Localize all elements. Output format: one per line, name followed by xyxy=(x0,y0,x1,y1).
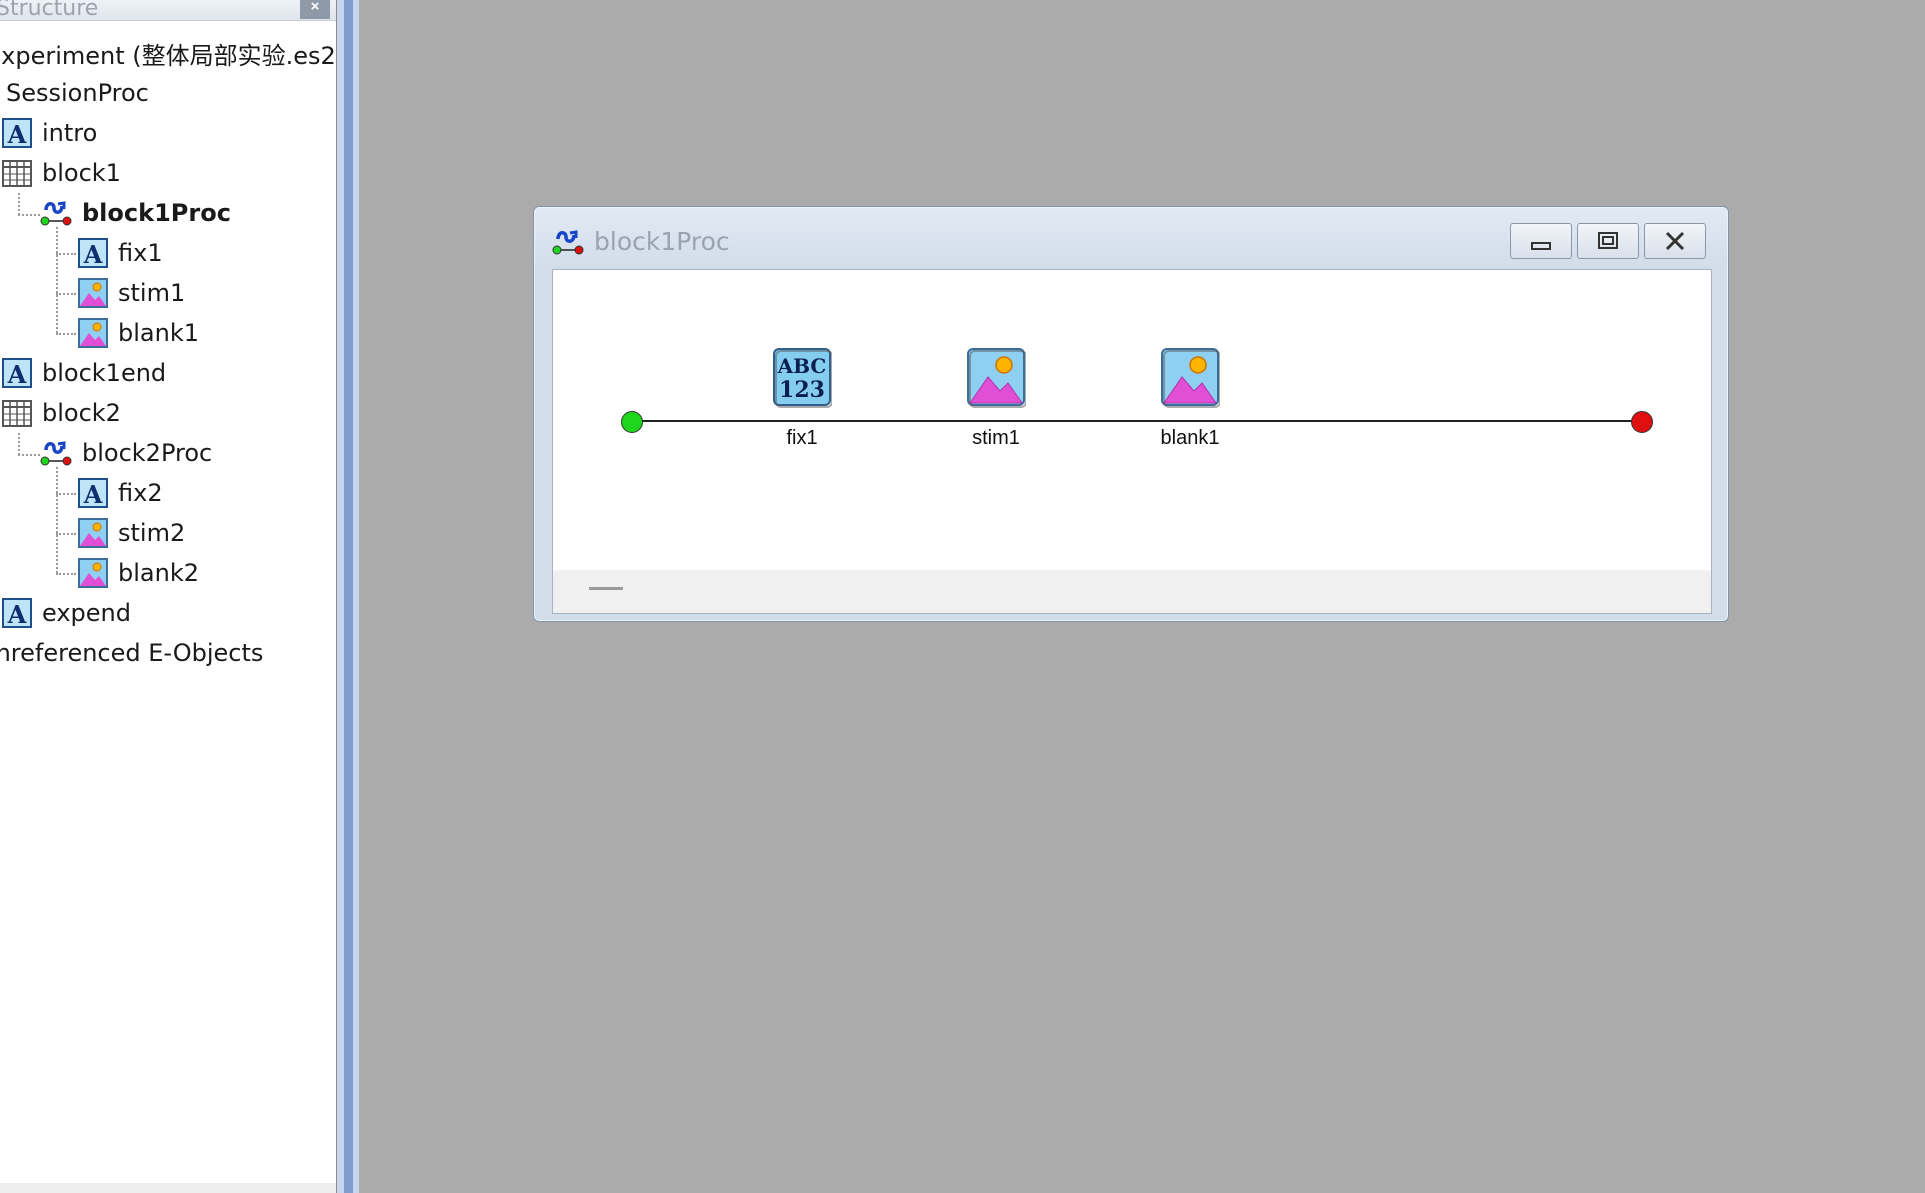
timeline-item-label: blank1 xyxy=(1160,427,1220,449)
tree-item-intro[interactable]: intro xyxy=(2,113,97,153)
tree-item-label: block1 xyxy=(42,159,121,187)
tree-item-unreferenced-eobjects[interactable]: Unreferenced E-Objects xyxy=(0,633,263,673)
tree-connector xyxy=(56,227,58,333)
tree-item-label: intro xyxy=(42,119,98,147)
close-icon xyxy=(1665,231,1685,251)
procedure-icon xyxy=(40,438,72,468)
structure-panel-bottom-bar xyxy=(0,1183,336,1193)
structure-panel-title: Structure xyxy=(0,0,99,21)
tree-connector xyxy=(56,253,76,255)
tree-item-block1proc[interactable]: block1Proc xyxy=(40,193,231,233)
tree-item-fix1[interactable]: fix1 xyxy=(78,233,163,273)
timeline-start-node xyxy=(621,411,643,433)
tree-item-label: fix1 xyxy=(118,239,163,267)
tree-item-stim1[interactable]: stim1 xyxy=(78,273,185,313)
text-display-icon xyxy=(78,238,108,268)
procedure-timeline-canvas[interactable]: fix1 stim1 blank1 xyxy=(552,269,1712,614)
tree-item-block2proc[interactable]: block2Proc xyxy=(40,433,212,473)
procedure-window-title: block1Proc xyxy=(594,227,730,256)
tree-item-label: stim1 xyxy=(118,279,186,307)
tree-item-label: block1end xyxy=(42,359,167,387)
tree-root-experiment[interactable]: Experiment (整体局部实验.es2) P xyxy=(0,33,337,73)
tree-item-blank2[interactable]: blank2 xyxy=(78,553,199,593)
tree-item-label: stim2 xyxy=(118,519,186,547)
tree-connector xyxy=(56,533,76,535)
structure-panel: Structure × Experiment (整体局部实验.es2) P Se… xyxy=(0,0,337,1193)
image-display-icon xyxy=(1160,347,1220,409)
tree-item-label: expend xyxy=(42,599,131,627)
procedure-icon xyxy=(552,227,584,257)
timeline-item-label: stim1 xyxy=(972,427,1020,449)
tree-connector xyxy=(18,193,20,215)
close-icon: × xyxy=(310,0,320,15)
image-display-icon xyxy=(78,318,108,348)
tree-connector xyxy=(18,454,40,456)
text-display-icon xyxy=(2,358,32,388)
tree-item-block1end[interactable]: block1end xyxy=(2,353,166,393)
image-display-icon xyxy=(966,347,1026,409)
timeline-item-fix1[interactable]: fix1 xyxy=(742,347,862,450)
restore-icon xyxy=(1598,232,1618,249)
timeline-item-label: fix1 xyxy=(786,427,818,449)
timeline-item-blank1[interactable]: blank1 xyxy=(1130,347,1250,450)
image-display-icon xyxy=(78,278,108,308)
tree-item-expend[interactable]: expend xyxy=(2,593,131,633)
procedure-window: block1Proc fix1 stim1 blank1 xyxy=(533,206,1729,622)
tree-item-blank1[interactable]: blank1 xyxy=(78,313,199,353)
tree-item-block1[interactable]: block1 xyxy=(2,153,121,193)
text-display-icon xyxy=(2,598,32,628)
tree-item-block2[interactable]: block2 xyxy=(2,393,121,433)
tree-item-stim2[interactable]: stim2 xyxy=(78,513,185,553)
tree-connector xyxy=(56,573,76,575)
tree-connector xyxy=(56,493,76,495)
timeline-end-node xyxy=(1631,411,1653,433)
tree-item-label: Unreferenced E-Objects xyxy=(0,639,264,667)
panel-splitter-bar xyxy=(344,0,353,1193)
tree-connector xyxy=(56,467,58,573)
procedure-icon xyxy=(40,198,72,228)
tree-connector xyxy=(56,333,76,335)
tree-item-label: block1Proc xyxy=(82,199,231,227)
minimize-icon xyxy=(1531,242,1551,250)
tree-item-label: fix2 xyxy=(118,479,163,507)
tree-connector xyxy=(56,293,76,295)
image-display-icon xyxy=(78,558,108,588)
collapse-handle[interactable] xyxy=(589,587,623,590)
tree-connector xyxy=(18,433,20,455)
tree-item-sessionproc[interactable]: SessionProc xyxy=(6,73,149,113)
tree-item-fix2[interactable]: fix2 xyxy=(78,473,163,513)
tree-connector xyxy=(18,214,40,216)
image-display-icon xyxy=(78,518,108,548)
list-icon xyxy=(2,398,32,428)
tree-item-label: SessionProc xyxy=(6,79,149,107)
timeline-item-stim1[interactable]: stim1 xyxy=(936,347,1056,450)
tree-item-label: block2Proc xyxy=(82,439,213,467)
close-window-button[interactable] xyxy=(1644,223,1706,259)
restore-button[interactable] xyxy=(1577,223,1639,259)
text-display-icon xyxy=(2,118,32,148)
tree-item-label: blank2 xyxy=(118,559,199,587)
text-display-icon xyxy=(78,478,108,508)
minimize-button[interactable] xyxy=(1510,223,1572,259)
tree-item-label: block2 xyxy=(42,399,121,427)
structure-panel-titlebar: Structure × xyxy=(0,0,336,21)
list-icon xyxy=(2,158,32,188)
tree-item-label: blank1 xyxy=(118,319,199,347)
tree-item-label: Experiment (整体局部实验.es2) P xyxy=(0,41,337,70)
abc-123-text-icon xyxy=(772,347,832,409)
structure-panel-close-button[interactable]: × xyxy=(300,0,330,19)
timeline-footer-bar xyxy=(553,570,1711,613)
